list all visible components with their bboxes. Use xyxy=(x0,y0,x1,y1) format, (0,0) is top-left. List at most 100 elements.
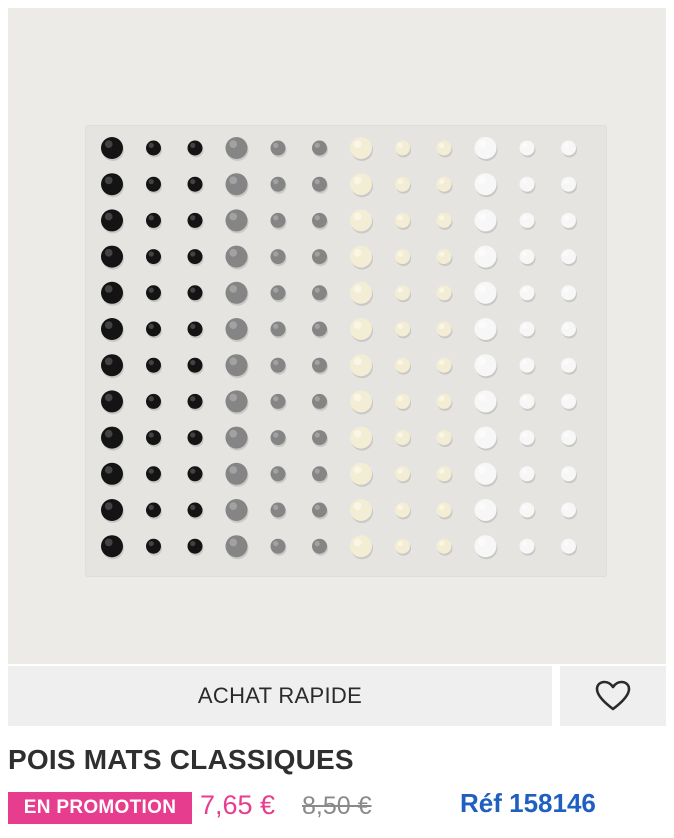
product-title[interactable]: POIS MATS CLASSIQUES xyxy=(8,744,354,776)
enamel-dot xyxy=(350,137,373,161)
enamel-dot xyxy=(350,209,373,234)
enamel-dot xyxy=(395,466,411,484)
product-image[interactable] xyxy=(8,8,666,664)
enamel-dot xyxy=(395,538,411,556)
enamel-dot xyxy=(225,137,249,161)
enamel-dot xyxy=(187,140,204,158)
enamel-dot xyxy=(187,538,204,556)
enamel-dot xyxy=(561,357,577,375)
enamel-dot xyxy=(146,140,162,158)
enamel-dot xyxy=(270,140,287,158)
enamel-dot xyxy=(519,430,536,448)
enamel-dot xyxy=(436,466,453,484)
enamel-dot xyxy=(561,176,577,194)
enamel-dot xyxy=(146,538,162,556)
enamel-dot xyxy=(187,502,204,520)
enamel-dot xyxy=(270,502,287,520)
enamel-dot xyxy=(519,249,536,267)
wishlist-button[interactable] xyxy=(560,666,666,726)
enamel-dot xyxy=(312,212,328,230)
enamel-dot xyxy=(101,137,124,161)
enamel-dot xyxy=(519,176,536,194)
enamel-dot xyxy=(519,212,536,230)
enamel-dot xyxy=(436,176,453,194)
enamel-dot xyxy=(561,212,577,230)
enamel-dot xyxy=(395,212,411,230)
enamel-dot xyxy=(312,357,328,375)
quick-buy-button[interactable]: ACHAT RAPIDE xyxy=(8,666,552,726)
enamel-dot xyxy=(350,390,373,415)
enamel-dot xyxy=(312,321,328,339)
enamel-dot xyxy=(395,430,411,448)
enamel-dot xyxy=(436,212,453,230)
enamel-dot xyxy=(561,466,577,484)
enamel-dot xyxy=(101,462,124,487)
enamel-dot xyxy=(474,462,498,487)
original-price: 8,50 € xyxy=(302,792,372,820)
enamel-dot xyxy=(270,430,287,448)
enamel-dot xyxy=(225,499,249,523)
enamel-dot xyxy=(270,249,287,267)
enamel-dot xyxy=(350,535,373,560)
enamel-dot xyxy=(187,357,204,375)
enamel-dot xyxy=(436,321,453,339)
enamel-dot xyxy=(519,393,536,411)
enamel-dot xyxy=(436,357,453,375)
enamel-dot xyxy=(561,140,577,158)
enamel-dot xyxy=(436,249,453,267)
enamel-dot xyxy=(146,466,162,484)
enamel-dot xyxy=(146,321,162,339)
enamel-dot xyxy=(225,535,249,560)
enamel-dot xyxy=(474,173,498,198)
enamel-dot xyxy=(474,318,498,342)
enamel-dot xyxy=(395,176,411,194)
enamel-dot xyxy=(474,137,498,161)
enamel-dot xyxy=(270,212,287,230)
enamel-dot xyxy=(312,430,328,448)
enamel-dot xyxy=(187,466,204,484)
enamel-dot xyxy=(519,502,536,520)
enamel-dot xyxy=(474,281,498,306)
enamel-dot xyxy=(395,502,411,520)
enamel-dot xyxy=(350,245,373,270)
enamel-dot xyxy=(474,535,498,560)
enamel-dot xyxy=(146,393,162,411)
enamel-dot xyxy=(225,318,249,342)
enamel-dot xyxy=(350,318,373,342)
enamel-dot xyxy=(225,426,249,451)
enamel-dot xyxy=(561,285,577,303)
enamel-dot xyxy=(270,393,287,411)
enamel-dot xyxy=(350,426,373,451)
enamel-dot xyxy=(312,176,328,194)
enamel-dot xyxy=(519,538,536,556)
enamel-dot xyxy=(270,466,287,484)
enamel-dot xyxy=(146,212,162,230)
enamel-dot xyxy=(146,176,162,194)
enamel-dot xyxy=(350,462,373,487)
enamel-dot xyxy=(187,430,204,448)
enamel-dot xyxy=(395,285,411,303)
enamel-dot xyxy=(561,502,577,520)
enamel-dot xyxy=(395,140,411,158)
enamel-dot xyxy=(312,502,328,520)
enamel-dot xyxy=(312,285,328,303)
enamel-dot xyxy=(225,354,249,379)
enamel-dot xyxy=(187,285,204,303)
enamel-dot xyxy=(350,499,373,523)
promo-badge: EN PROMOTION xyxy=(8,792,192,824)
dots-grid xyxy=(101,137,577,560)
enamel-dot xyxy=(225,173,249,198)
enamel-dot xyxy=(312,249,328,267)
enamel-dot xyxy=(312,140,328,158)
enamel-dot xyxy=(101,535,124,560)
enamel-dot xyxy=(270,285,287,303)
enamel-dot xyxy=(561,538,577,556)
enamel-dot xyxy=(350,354,373,379)
enamel-dot xyxy=(101,245,124,270)
enamel-dot xyxy=(312,538,328,556)
enamel-dot xyxy=(225,281,249,306)
enamel-dot xyxy=(187,212,204,230)
enamel-dot xyxy=(350,173,373,198)
enamel-dot xyxy=(436,430,453,448)
enamel-dot xyxy=(101,318,124,342)
